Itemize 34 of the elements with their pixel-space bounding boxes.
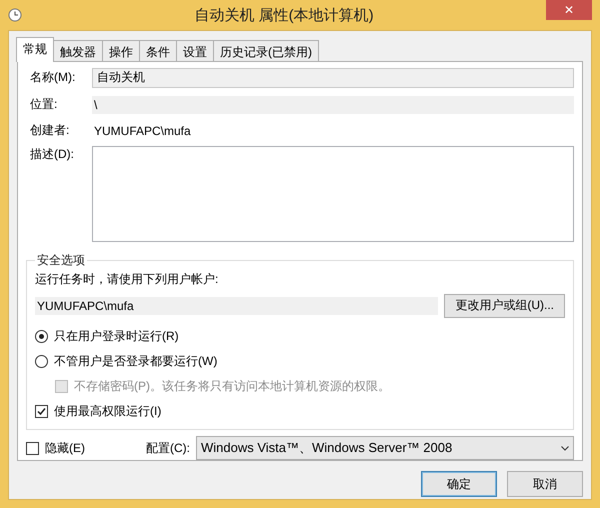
field-label: 位置: <box>30 96 58 114</box>
name-field[interactable]: 自动关机 <box>92 68 574 88</box>
account-prompt: 运行任务时，请使用下列用户帐户: <box>35 270 220 288</box>
dialog-button[interactable]: 取消 <box>507 471 583 497</box>
config-dropdown[interactable]: Windows Vista™、Windows Server™ 2008 <box>196 436 574 460</box>
option-label: 隐藏(E) <box>45 440 85 456</box>
location-value: \ <box>92 96 574 114</box>
field-label: 名称(M): <box>30 69 76 86</box>
close-button[interactable]: ✕ <box>546 0 592 20</box>
option-label: 不管用户是否登录都要运行(W) <box>54 352 218 370</box>
tab[interactable]: 历史记录(已禁用) <box>213 40 319 61</box>
tab[interactable]: 操作 <box>102 40 140 61</box>
option-label: 只在用户登录时运行(R) <box>54 328 179 345</box>
field-label: 描述(D): <box>30 146 75 163</box>
option-label: 使用最高权限运行(I) <box>54 402 162 420</box>
description-field[interactable] <box>92 146 574 242</box>
checkbox[interactable] <box>26 442 39 454</box>
account-value: YUMUFAPC\mufa <box>35 296 438 315</box>
checkbox[interactable] <box>35 404 48 418</box>
option-label: 不存储密码(P)。该任务将只有访问本地计算机资源的权限。 <box>74 378 390 395</box>
field-label: 配置(C): <box>146 440 190 456</box>
dialog-button[interactable]: 确定 <box>421 471 497 497</box>
tab[interactable]: 条件 <box>139 40 177 61</box>
field-label: 创建者: <box>30 122 70 140</box>
tab[interactable]: 设置 <box>176 40 214 61</box>
group-title: 安全选项 <box>36 252 86 269</box>
change-user-button[interactable]: 更改用户或组(U)... <box>444 294 565 318</box>
author-value: YUMUFAPC\mufa <box>93 124 192 138</box>
window-title: 自动关机 属性(本地计算机) <box>193 6 375 24</box>
radio-button[interactable] <box>35 330 48 343</box>
tab[interactable]: 常规 <box>16 37 54 62</box>
tab[interactable]: 触发器 <box>53 40 103 61</box>
clock-icon <box>8 8 22 22</box>
radio-button[interactable] <box>35 354 48 368</box>
